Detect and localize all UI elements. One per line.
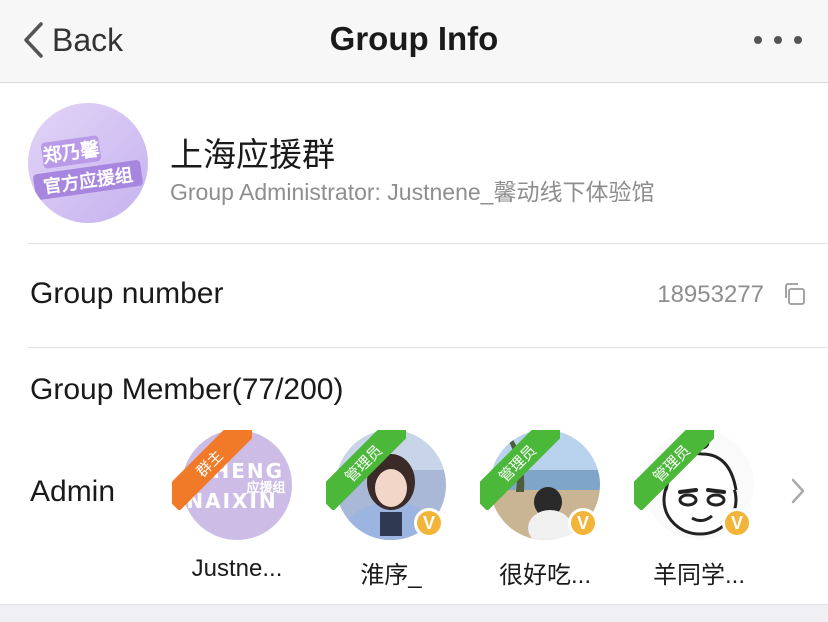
verified-icon: V — [568, 508, 598, 538]
member-item[interactable]: 管理员 V 很好吃... — [480, 430, 610, 590]
group-administrator: Group Administrator: Justnene_馨动线下体验馆 — [170, 179, 655, 205]
copy-icon[interactable] — [782, 282, 806, 306]
member-item[interactable]: 管理员 V 淮序_ — [326, 430, 456, 590]
back-button[interactable]: Back — [22, 20, 123, 60]
member-item[interactable]: ZHENG NAIXIN 应援组 群主 Justne... — [172, 430, 302, 590]
member-name: 淮序_ — [360, 562, 422, 589]
navigation-bar: Back Group Info — [0, 0, 828, 83]
chevron-right-icon[interactable] — [790, 477, 806, 505]
verified-icon: V — [722, 508, 752, 538]
admin-label: Admin — [30, 475, 116, 508]
more-options-button[interactable] — [754, 30, 802, 50]
group-number-row[interactable]: Group number 18953277 — [0, 244, 828, 347]
group-number-value: 18953277 — [657, 281, 764, 308]
admin-badge: 管理员 — [634, 430, 714, 510]
member-name: 羊同学... — [652, 562, 745, 589]
admin-badge: 管理员 — [480, 430, 560, 510]
group-header[interactable]: 郑乃馨 官方应援组 上海应援群 Group Administrator: Jus… — [0, 83, 828, 243]
verified-icon: V — [414, 508, 444, 538]
section-separator — [0, 604, 828, 622]
page-title: Group Info — [329, 20, 499, 57]
more-dot-icon — [754, 36, 762, 44]
member-name: Justne... — [191, 555, 283, 582]
member-item[interactable]: 管理员 V 羊同学... — [634, 430, 764, 590]
group-number-label: Group number — [30, 277, 224, 310]
group-member-title[interactable]: Group Member(77/200) — [30, 373, 343, 407]
divider — [28, 347, 828, 348]
more-dot-icon — [794, 36, 802, 44]
member-name: 很好吃... — [498, 562, 591, 589]
back-label: Back — [52, 21, 124, 58]
more-dot-icon — [774, 36, 782, 44]
admin-badge: 管理员 — [326, 430, 406, 510]
avatar-text: 应援组 — [246, 480, 285, 496]
chevron-left-icon — [24, 22, 43, 58]
group-name: 上海应援群 — [170, 136, 335, 173]
group-avatar[interactable]: 郑乃馨 官方应援组 — [28, 103, 148, 223]
owner-badge: 群主 — [172, 430, 252, 510]
